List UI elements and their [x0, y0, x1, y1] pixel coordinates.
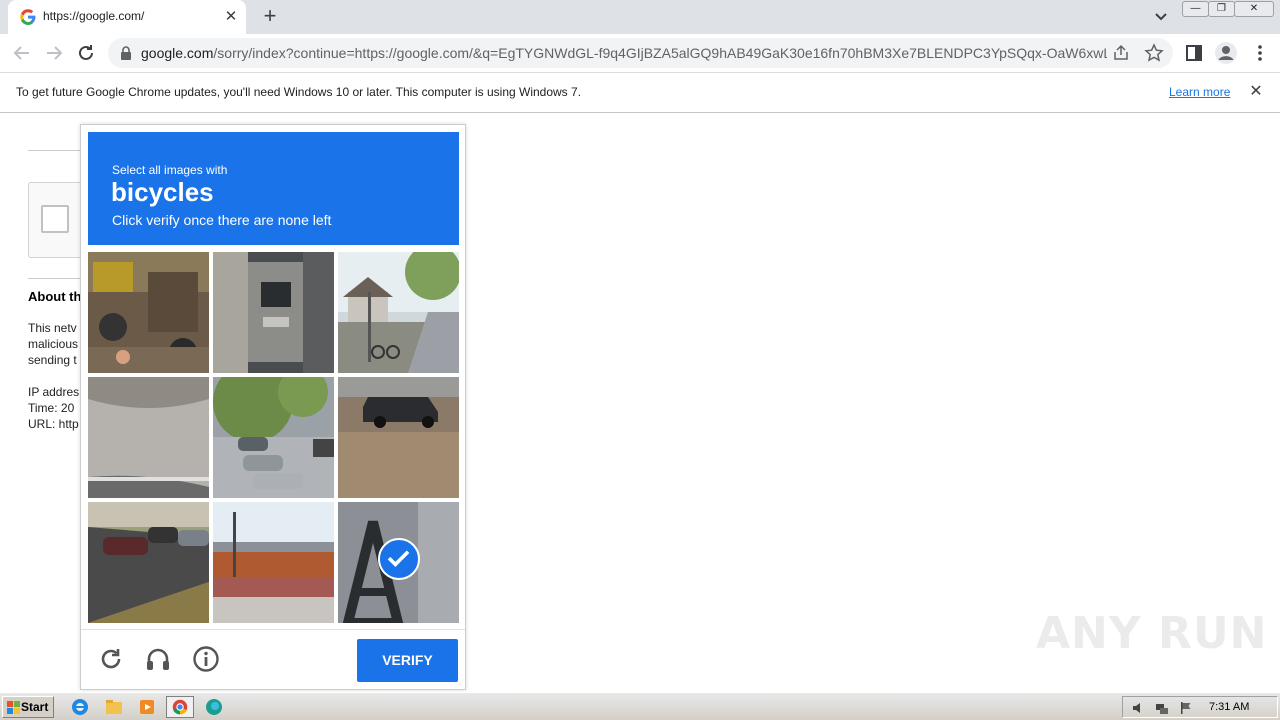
taskbar: Start 7:31 AM: [0, 692, 1280, 720]
selected-check-icon: [378, 538, 420, 580]
info-icon[interactable]: [192, 645, 220, 673]
about-heading: About th: [28, 289, 82, 304]
verify-button[interactable]: VERIFY: [357, 639, 458, 682]
page-paragraph-line: This netv: [28, 321, 77, 335]
challenge-hint: Click verify once there are none left: [112, 212, 332, 228]
bookmark-star-icon[interactable]: [1144, 43, 1164, 63]
tab-search-chevron-icon[interactable]: [1150, 7, 1172, 27]
volume-icon[interactable]: [1131, 701, 1145, 715]
reload-icon[interactable]: [74, 41, 98, 65]
browser-tab[interactable]: https://google.com/ ✕: [8, 0, 246, 34]
tab-close-icon[interactable]: ✕: [222, 8, 240, 26]
url-line: URL: http: [28, 417, 79, 431]
edge-icon[interactable]: [200, 696, 228, 718]
new-tab-icon[interactable]: +: [258, 5, 282, 29]
recaptcha-challenge: Select all images with bicycles Click ve…: [80, 124, 466, 690]
image-tile[interactable]: [88, 377, 209, 498]
image-tile[interactable]: [338, 252, 459, 373]
update-infobar: To get future Google Chrome updates, you…: [0, 72, 1280, 113]
screen: https://google.com/ ✕ + — ❐ ✕ google.com…: [0, 0, 1280, 720]
page-paragraph-line: malicious: [28, 337, 79, 351]
network-icon[interactable]: [1155, 701, 1169, 715]
recaptcha-checkbox-widget[interactable]: [28, 182, 88, 258]
tab-strip: https://google.com/ ✕ + — ❐ ✕: [0, 0, 1280, 34]
start-label: Start: [21, 700, 49, 714]
file-explorer-icon[interactable]: [100, 696, 128, 718]
address-bar[interactable]: google.com/sorry/index?continue=https://…: [108, 38, 1173, 68]
recaptcha-checkbox[interactable]: [41, 205, 69, 233]
profile-avatar-icon[interactable]: [1214, 41, 1238, 65]
back-icon[interactable]: [10, 41, 34, 65]
divider: [28, 150, 88, 151]
window-close-icon[interactable]: ✕: [1234, 1, 1274, 17]
infobar-message: To get future Google Chrome updates, you…: [16, 85, 582, 99]
restore-icon[interactable]: ❐: [1208, 1, 1235, 17]
google-g-icon: [20, 9, 36, 25]
challenge-header: Select all images with bicycles Click ve…: [88, 132, 459, 245]
side-panel-icon[interactable]: [1182, 41, 1206, 65]
challenge-instruction: Select all images with: [112, 163, 228, 177]
challenge-object: bicycles: [111, 177, 214, 207]
forward-icon[interactable]: [42, 41, 66, 65]
reload-challenge-icon[interactable]: [97, 645, 125, 673]
learn-more-link[interactable]: Learn more: [1169, 85, 1230, 99]
footer-divider: [81, 629, 465, 630]
minimize-icon[interactable]: —: [1182, 1, 1209, 17]
image-tile-selected[interactable]: [338, 502, 459, 623]
image-tile[interactable]: [213, 252, 334, 373]
tab-title: https://google.com/: [43, 9, 145, 23]
lock-icon[interactable]: [120, 46, 132, 60]
image-tile[interactable]: [88, 502, 209, 623]
chrome-icon[interactable]: [166, 696, 194, 718]
taskbar-clock[interactable]: 7:31 AM: [1209, 701, 1249, 713]
internet-explorer-icon[interactable]: [66, 696, 94, 718]
url-text: google.com/sorry/index?continue=https://…: [141, 45, 1107, 61]
ip-address-line: IP addres: [28, 385, 80, 399]
divider: [28, 278, 88, 279]
action-center-flag-icon[interactable]: [1179, 701, 1193, 715]
browser-toolbar: google.com/sorry/index?continue=https://…: [0, 34, 1280, 72]
image-tile[interactable]: [213, 502, 334, 623]
watermark-logo: ANY RUN: [1036, 608, 1268, 659]
image-grid: [88, 252, 459, 623]
page-paragraph-line: sending t: [28, 353, 77, 367]
audio-challenge-headphones-icon[interactable]: [144, 645, 172, 673]
menu-kebab-icon[interactable]: [1248, 41, 1272, 65]
image-tile[interactable]: [213, 377, 334, 498]
image-tile[interactable]: [338, 377, 459, 498]
start-button[interactable]: Start: [2, 696, 54, 718]
media-player-icon[interactable]: [133, 696, 161, 718]
time-line: Time: 20: [28, 401, 75, 415]
infobar-close-icon[interactable]: ✕: [1246, 82, 1266, 102]
system-tray: 7:31 AM: [1122, 696, 1278, 718]
windows-flag-icon: [7, 701, 20, 714]
image-tile[interactable]: [88, 252, 209, 373]
share-icon[interactable]: [1112, 44, 1130, 62]
